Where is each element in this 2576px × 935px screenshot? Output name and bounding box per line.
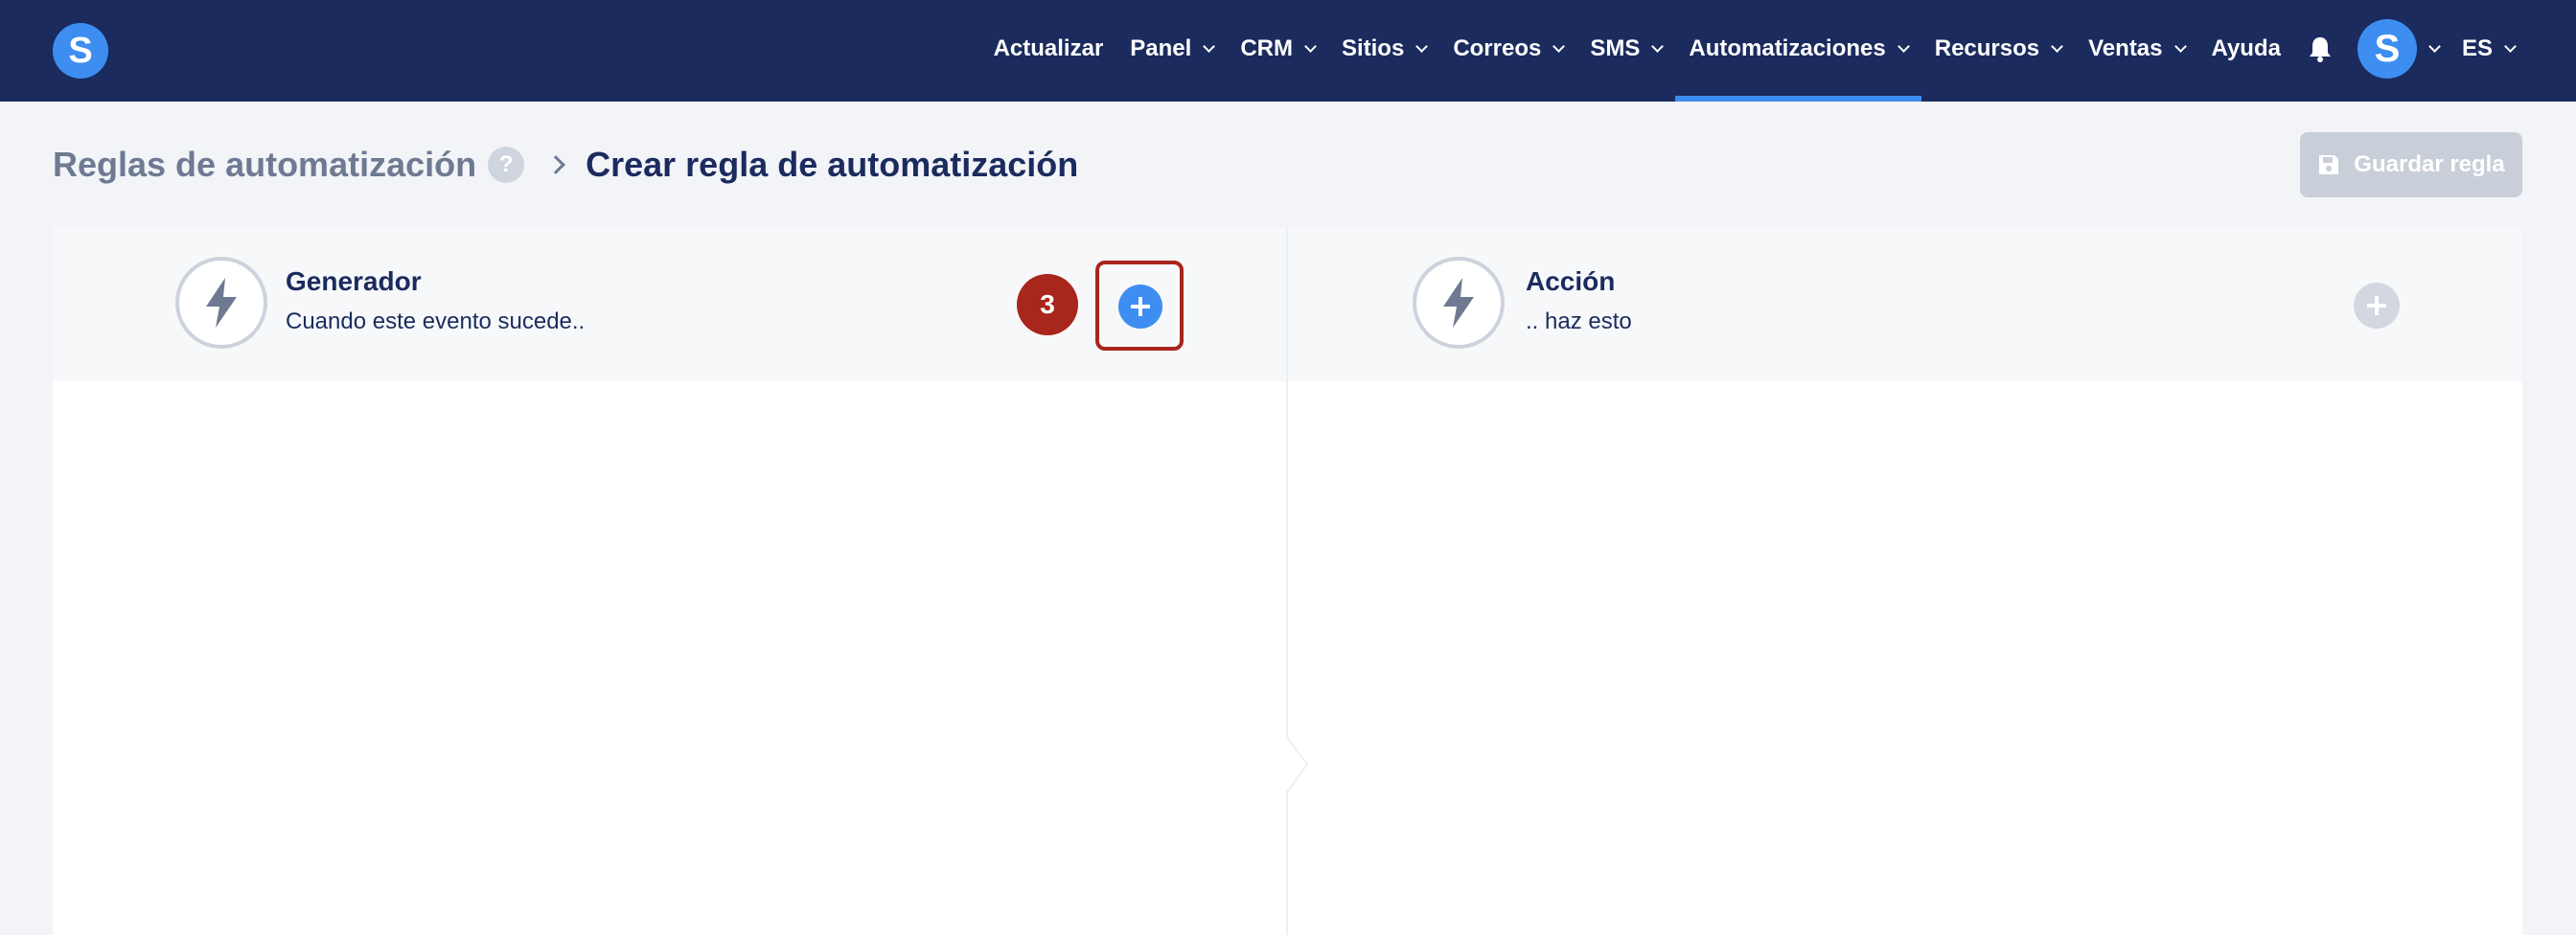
- chevron-down-icon: [2428, 39, 2441, 53]
- nav-item-actualizar[interactable]: Actualizar: [980, 0, 1117, 98]
- nav-item-label: Ayuda: [2211, 35, 2281, 61]
- nav-item-panel[interactable]: Panel: [1116, 0, 1227, 98]
- chevron-down-icon: [2174, 39, 2187, 53]
- chevron-down-icon: [1203, 39, 1216, 53]
- flow-arrow-notch: [1285, 736, 1309, 793]
- help-icon[interactable]: ?: [488, 147, 525, 183]
- chevron-down-icon: [1304, 39, 1317, 53]
- save-rule-label: Guardar regla: [2354, 151, 2505, 177]
- language-label: ES: [2461, 35, 2493, 61]
- step-badge: 3: [1017, 274, 1078, 335]
- nav-item-label: Actualizar: [993, 35, 1104, 61]
- nav-item-correos[interactable]: Correos: [1439, 0, 1576, 98]
- nav-item-ayuda[interactable]: Ayuda: [2198, 0, 2294, 98]
- action-subtitle: .. haz esto: [1526, 308, 1632, 334]
- action-header: Acción .. haz esto: [1288, 228, 2522, 381]
- page-title: Crear regla de automatización: [586, 145, 1079, 184]
- nav-item-sms[interactable]: SMS: [1576, 0, 1675, 98]
- chevron-down-icon: [2504, 39, 2517, 53]
- chevron-down-icon: [1552, 39, 1566, 53]
- chevron-down-icon: [1897, 39, 1910, 53]
- save-rule-button[interactable]: Guardar regla: [2300, 132, 2522, 197]
- nav-item-label: Recursos: [1934, 35, 2040, 61]
- lightning-icon: [175, 257, 267, 349]
- chevron-right-icon: [546, 155, 566, 174]
- breadcrumb: Reglas de automatización ? Crear regla d…: [53, 142, 1078, 188]
- add-trigger-button[interactable]: [1118, 285, 1162, 329]
- app-logo[interactable]: S: [53, 23, 108, 79]
- action-panel: Acción .. haz esto: [1288, 228, 2522, 935]
- nav-item-label: Correos: [1453, 35, 1542, 61]
- nav-item-label: Automatizaciones: [1689, 35, 1886, 61]
- nav-item-automatizaciones[interactable]: Automatizaciones: [1675, 0, 1922, 102]
- chevron-down-icon: [1651, 39, 1665, 53]
- plus-icon: [2367, 296, 2386, 315]
- top-navigation-bar: S Actualizar Panel CRM Sitios Correos SM…: [0, 0, 2576, 102]
- breadcrumb-parent-link[interactable]: Reglas de automatización: [53, 145, 476, 185]
- nav-item-label: Sitios: [1341, 35, 1405, 61]
- chevron-down-icon: [2051, 39, 2063, 53]
- nav-menu: Actualizar Panel CRM Sitios Correos SMS …: [980, 0, 2576, 102]
- avatar: S: [2357, 19, 2417, 79]
- nav-item-label: Ventas: [2088, 35, 2163, 61]
- nav-item-sitios[interactable]: Sitios: [1328, 0, 1439, 98]
- language-selector[interactable]: ES: [2449, 0, 2528, 98]
- nav-item-label: CRM: [1240, 35, 1293, 61]
- add-action-button[interactable]: [2354, 283, 2400, 329]
- action-title: Acción: [1526, 266, 1616, 296]
- chevron-down-icon: [1415, 39, 1429, 53]
- nav-item-label: Panel: [1130, 35, 1192, 61]
- nav-item-ventas[interactable]: Ventas: [2075, 0, 2197, 98]
- lightning-refresh-icon: [1413, 257, 1505, 349]
- user-menu[interactable]: S: [2348, 19, 2449, 79]
- save-disk-icon: [2319, 155, 2339, 174]
- bell-icon[interactable]: [2306, 34, 2334, 63]
- trigger-title: Generador: [286, 266, 422, 296]
- nav-item-label: SMS: [1590, 35, 1641, 61]
- plus-icon: [1131, 297, 1150, 316]
- nav-item-crm[interactable]: CRM: [1227, 0, 1328, 98]
- trigger-header: Generador Cuando este evento sucede.. 3: [53, 228, 1286, 381]
- nav-item-recursos[interactable]: Recursos: [1921, 0, 2075, 98]
- trigger-panel: Generador Cuando este evento sucede.. 3: [53, 228, 1286, 935]
- trigger-subtitle: Cuando este evento sucede..: [286, 308, 586, 334]
